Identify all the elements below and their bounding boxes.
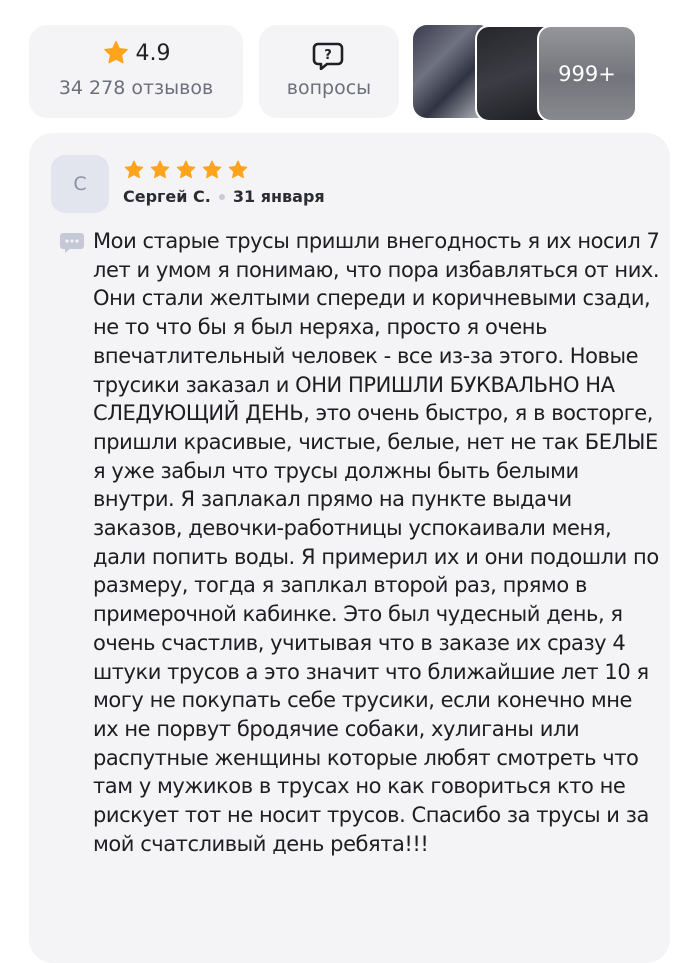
star-icon: [176, 160, 196, 179]
star-icon: [228, 160, 248, 179]
comment-icon: [60, 233, 84, 253]
rating-value: 4.9: [135, 40, 171, 66]
separator-dot: [218, 193, 225, 200]
avatar: С: [51, 155, 109, 213]
more-photos-button[interactable]: 999+: [537, 25, 637, 122]
star-icon: [202, 160, 222, 179]
review-summary-bar: 4.9 34 278 отзывов ? вопросы 999+: [0, 0, 700, 135]
question-bubble-icon: ?: [312, 42, 344, 70]
review-stars: [123, 159, 249, 181]
questions-label: вопросы: [286, 77, 372, 99]
author-name: Сергей С.: [123, 187, 211, 206]
star-icon: [150, 160, 170, 179]
reviews-count: 34 278 отзывов: [58, 77, 214, 99]
more-photos-count: 999+: [558, 61, 616, 86]
review-date: 31 января: [232, 187, 325, 206]
review-meta: Сергей С. 31 января: [123, 187, 325, 206]
questions-button[interactable]: ? вопросы: [259, 25, 399, 118]
rating-summary-card[interactable]: 4.9 34 278 отзывов: [29, 25, 243, 118]
svg-text:?: ?: [324, 48, 332, 63]
rating-line: 4.9: [29, 39, 243, 67]
star-icon: [124, 160, 144, 179]
review-card: С Сергей С. 31 января Мои старые трусы п…: [29, 133, 670, 963]
review-text: Мои старые трусы пришли внегодность я их…: [93, 229, 660, 856]
star-icon: [103, 40, 128, 64]
